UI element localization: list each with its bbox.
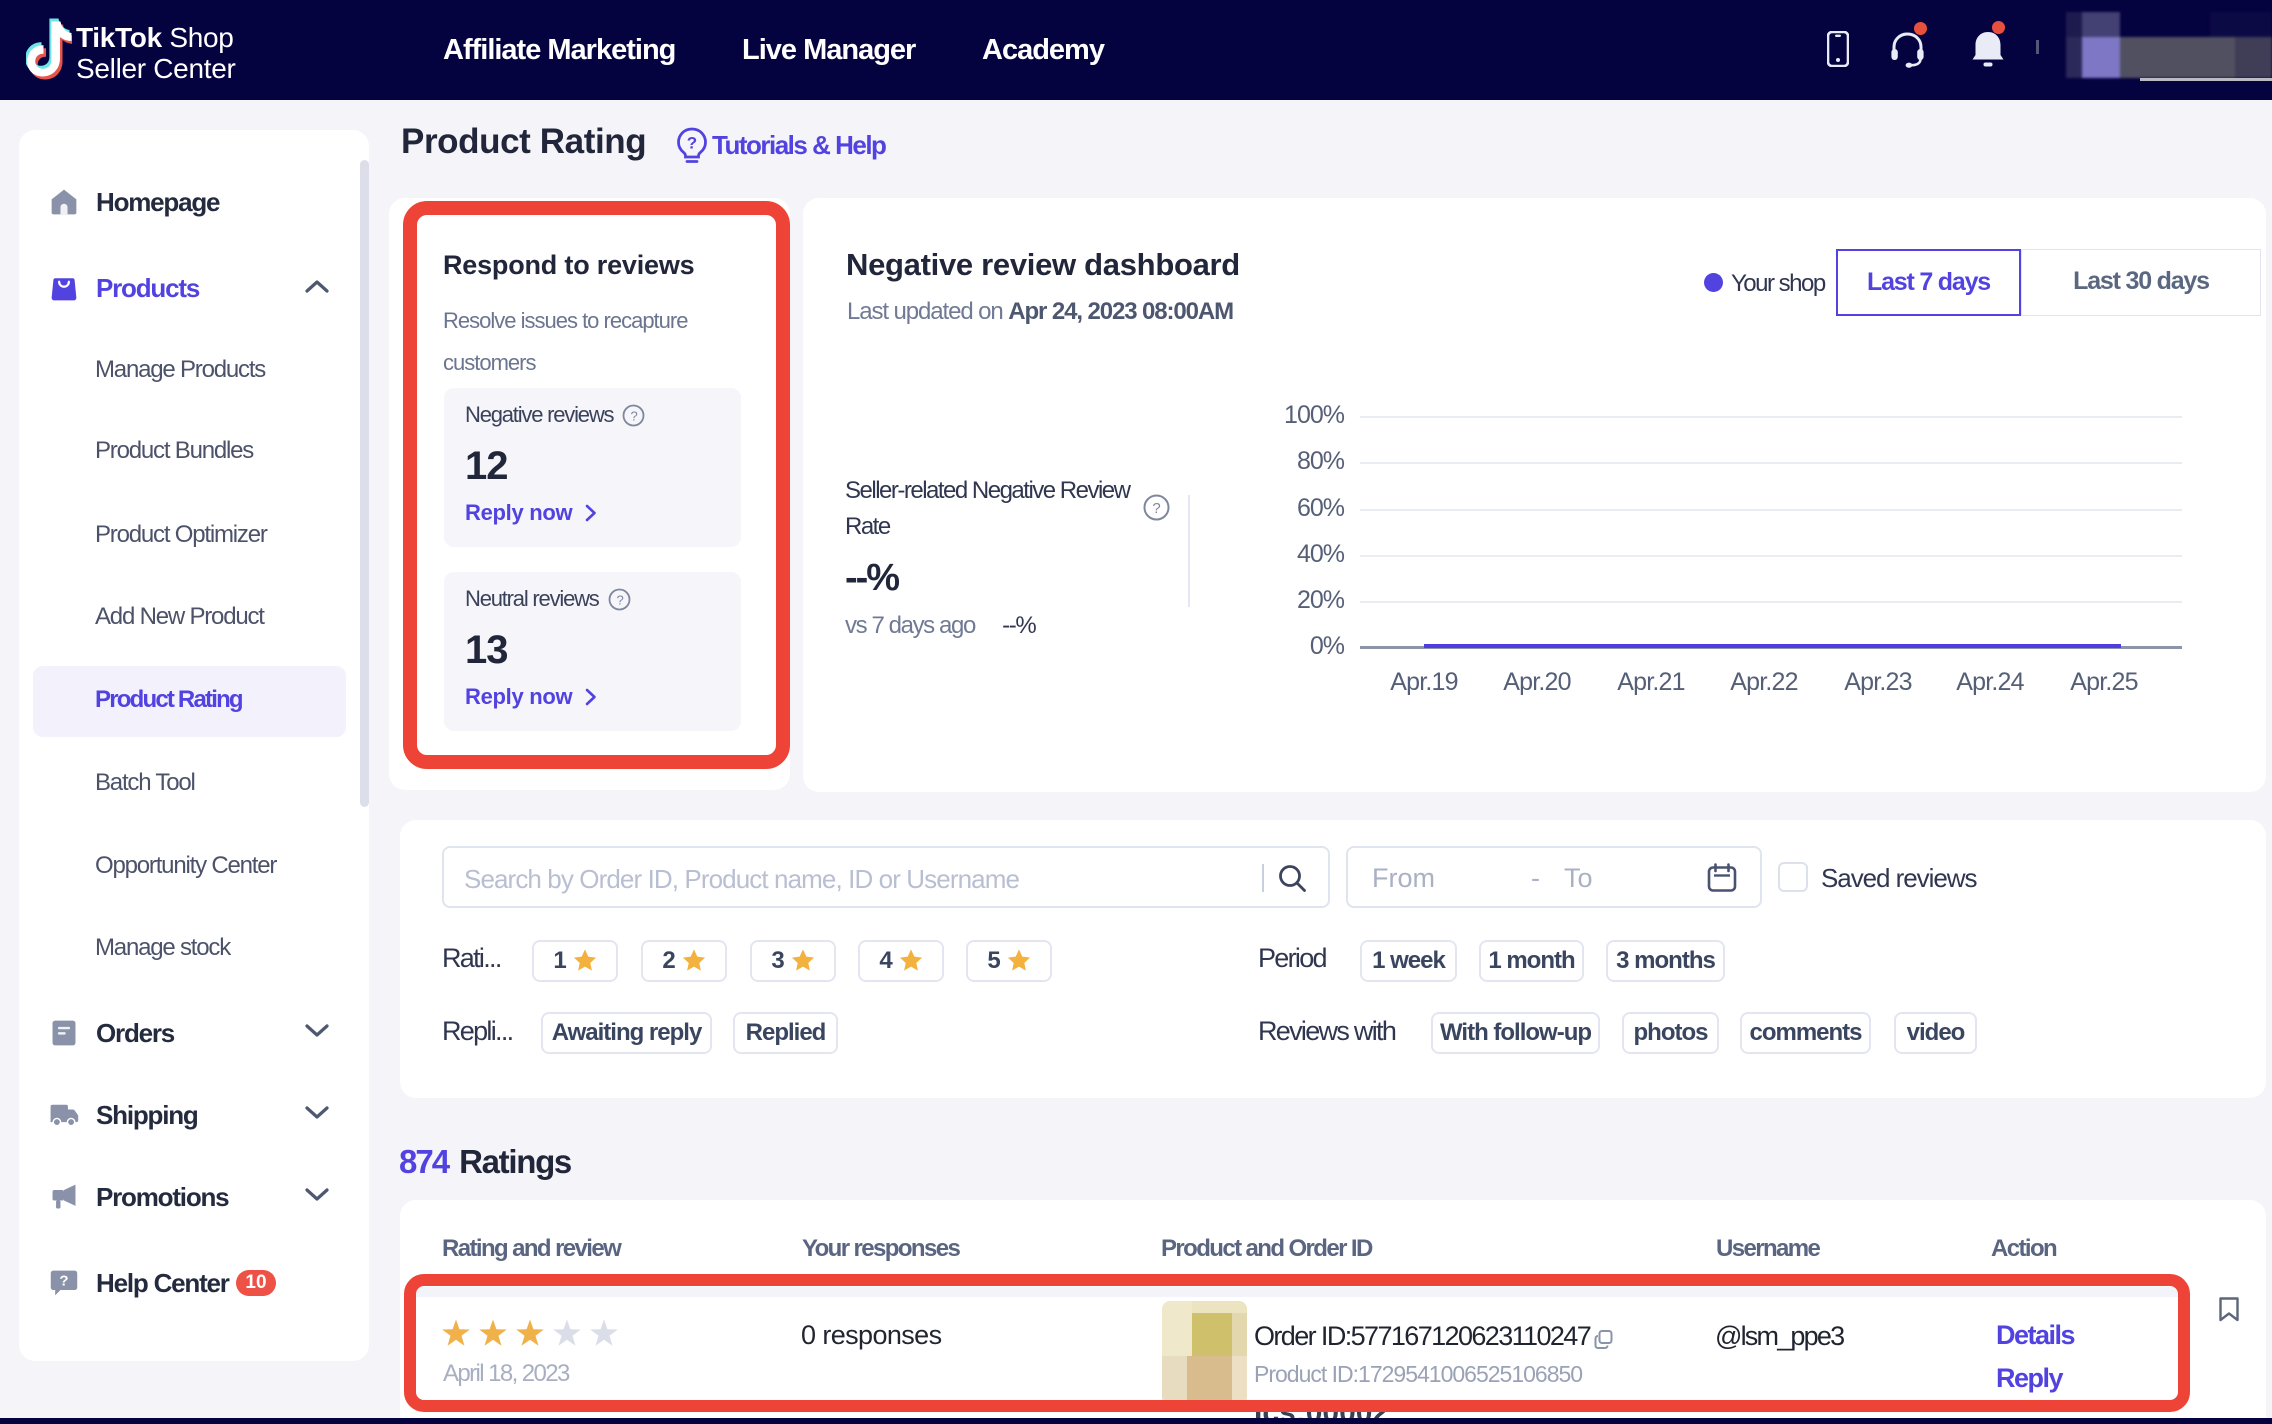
svg-text:?: ? — [59, 1273, 68, 1290]
svg-text:?: ? — [1152, 500, 1160, 517]
svg-text:?: ? — [687, 134, 697, 153]
